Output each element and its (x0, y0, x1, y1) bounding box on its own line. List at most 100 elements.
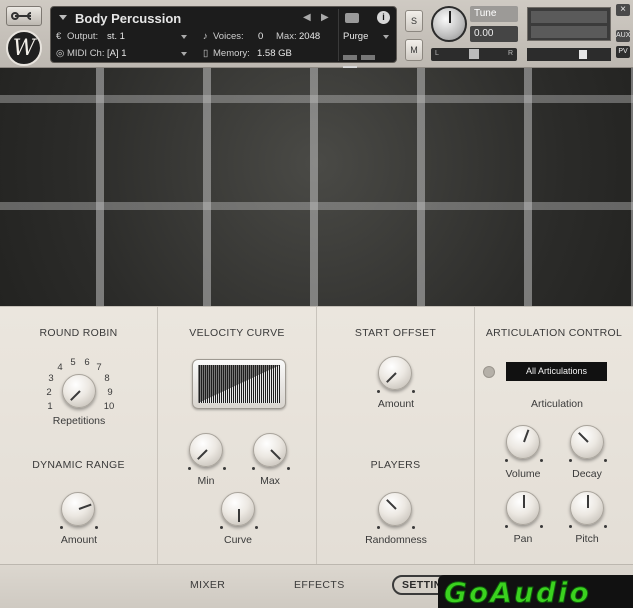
start-offset-dot-right (412, 390, 415, 393)
articulation-decay-knob[interactable] (570, 425, 604, 459)
velocity-curve-knob[interactable] (221, 492, 255, 526)
rr-number-3: 3 (48, 373, 54, 384)
articulation-pitch-label: Pitch (575, 533, 599, 545)
max-label: Max: (276, 31, 297, 42)
control-panel: ROUND ROBIN 1 2 3 4 5 6 7 8 9 10 Repetit… (0, 306, 633, 565)
watermark-logo: GoAudio (438, 575, 633, 608)
mute-button[interactable]: M (405, 39, 423, 61)
pan-slider[interactable]: L R (431, 48, 517, 61)
start-offset-section: START OFFSET Amount PLAYERS Randomness (317, 307, 475, 565)
output-icon: € (56, 31, 62, 42)
decay-dot-right (604, 459, 607, 462)
rr-number-1: 1 (47, 401, 53, 412)
pan-dot-right (540, 525, 543, 528)
velocity-curve-dot-left (220, 526, 223, 529)
logo-letter: W (12, 35, 36, 61)
midi-label: MIDI Ch: (67, 48, 105, 59)
velocity-max-dot-right (287, 467, 290, 470)
brand-logo: W (6, 30, 42, 66)
players-dot-right (412, 526, 415, 529)
tune-value[interactable]: 0.00 (470, 26, 518, 42)
pan-left-label: L (435, 50, 439, 57)
instrument-artwork (0, 68, 633, 306)
dynamic-range-max-dot (95, 526, 98, 529)
footer-tabs: MIXER EFFECTS SETTINGS GoAudio (0, 564, 633, 608)
rr-number-10: 10 (103, 401, 115, 412)
purge-button[interactable]: Purge (343, 31, 368, 42)
articulation-volume-label: Volume (505, 468, 541, 480)
velocity-min-knob[interactable] (189, 433, 223, 467)
velocity-max-label: Max (260, 475, 280, 487)
pan-dot-left (505, 525, 508, 528)
instrument-menu-icon[interactable] (59, 15, 67, 20)
articulation-power-icon[interactable] (483, 366, 495, 378)
tune-knob[interactable] (431, 6, 467, 42)
velocity-max-knob[interactable] (253, 433, 287, 467)
pan-handle[interactable] (469, 49, 479, 59)
memory-icon: ▯ (203, 48, 209, 59)
start-offset-title: START OFFSET (354, 327, 437, 339)
level-meter (527, 7, 611, 41)
watermark-text: GoAudio (444, 576, 591, 608)
decay-dot-left (569, 459, 572, 462)
articulation-dropdown[interactable]: All Articulations (506, 362, 607, 381)
pitch-dot-left (569, 525, 572, 528)
articulation-control-title: ARTICULATION CONTROL (485, 327, 623, 339)
tune-label: Tune (470, 6, 518, 22)
midi-dropdown-icon[interactable] (181, 52, 187, 56)
articulation-pan-label: Pan (513, 533, 533, 545)
articulation-volume-knob[interactable] (506, 425, 540, 459)
next-instrument-icon[interactable]: ▶ (321, 12, 329, 23)
tab-mixer[interactable]: MIXER (190, 579, 225, 591)
voices-value: 0 (258, 31, 264, 42)
articulation-pan-knob[interactable] (506, 491, 540, 525)
players-randomness-label: Randomness (365, 534, 427, 546)
rr-number-9: 9 (107, 387, 113, 398)
dynamic-range-amount-label: Amount (60, 534, 98, 546)
rr-number-6: 6 (84, 357, 90, 368)
kontakt-header: W Body Percussion ◀ ▶ i € Output: st. 1 … (0, 0, 633, 71)
players-randomness-knob[interactable] (378, 492, 412, 526)
dynamic-range-amount-knob[interactable] (61, 492, 95, 526)
close-button[interactable]: × (616, 4, 630, 16)
start-offset-amount-knob[interactable] (378, 356, 412, 390)
articulation-control-section: ARTICULATION CONTROL All Articulations A… (475, 307, 633, 565)
memory-value: 1.58 GB (257, 48, 292, 59)
voices-label: Voices: (213, 31, 244, 42)
solo-button[interactable]: S (405, 10, 423, 32)
players-title: PLAYERS (370, 459, 421, 471)
purge-dropdown-icon[interactable] (383, 35, 389, 39)
velocity-curve-label: Curve (223, 534, 253, 546)
dynamic-range-title: DYNAMIC RANGE (32, 459, 125, 471)
volume-slider[interactable] (527, 48, 611, 61)
aux-button[interactable]: AUX (616, 30, 630, 42)
output-dropdown-icon[interactable] (181, 35, 187, 39)
volume-dot-right (540, 459, 543, 462)
prev-instrument-icon[interactable]: ◀ (303, 12, 311, 23)
pv-button[interactable]: PV (616, 46, 630, 58)
instrument-name[interactable]: Body Percussion (75, 11, 181, 26)
velocity-curve-dot-right (255, 526, 258, 529)
tab-effects[interactable]: EFFECTS (294, 579, 345, 591)
velocity-curve-screen (198, 365, 280, 403)
output-value[interactable]: st. 1 (107, 31, 125, 42)
max-voices-value[interactable]: 2048 (299, 31, 320, 42)
rr-number-8: 8 (104, 373, 110, 384)
pan-right-label: R (507, 50, 513, 57)
camera-icon[interactable] (345, 13, 359, 23)
midi-value[interactable]: [A] 1 (107, 48, 127, 59)
pitch-dot-right (604, 525, 607, 528)
info-icon[interactable]: i (377, 11, 390, 24)
rr-number-2: 2 (46, 387, 52, 398)
articulation-pitch-knob[interactable] (570, 491, 604, 525)
rr-number-4: 4 (57, 362, 63, 373)
articulation-subtitle: Articulation (531, 398, 583, 410)
velocity-min-dot-right (223, 467, 226, 470)
repetitions-knob[interactable] (62, 374, 96, 408)
players-dot-left (377, 526, 380, 529)
rr-number-5: 5 (70, 357, 76, 368)
round-robin-title: ROUND ROBIN (39, 327, 118, 339)
wrench-icon[interactable] (6, 6, 42, 26)
dynamic-range-min-dot (60, 526, 63, 529)
start-offset-amount-label: Amount (377, 398, 415, 410)
